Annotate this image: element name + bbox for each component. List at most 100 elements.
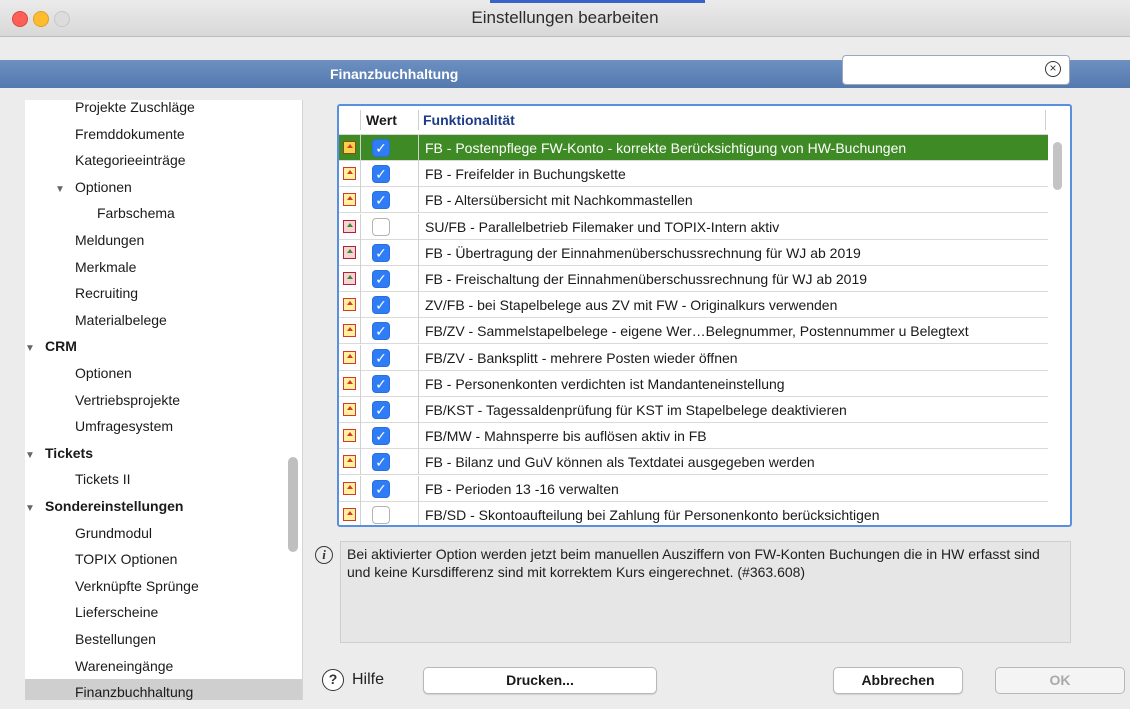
home-icon xyxy=(343,350,356,364)
sidebar-item[interactable]: Wareneingänge xyxy=(25,653,302,679)
sidebar-item[interactable]: Meldungen xyxy=(25,227,302,253)
table-row[interactable]: ✓ FB - Perioden 13 -16 verwalten xyxy=(339,475,1048,502)
feature-label: FB/MW - Mahnsperre bis auflösen aktiv in… xyxy=(425,428,707,445)
sidebar-item-label: Umfragesystem xyxy=(75,418,174,435)
sidebar-item-label: Finanzbuchhaltung xyxy=(75,684,194,700)
disclosure-triangle-icon[interactable]: ▼ xyxy=(25,336,37,362)
table-scrollbar[interactable] xyxy=(1053,142,1062,190)
sidebar-item[interactable]: Lieferscheine xyxy=(25,599,302,625)
table-row[interactable]: ✓ FB - Bilanz und GuV können als Textdate… xyxy=(339,449,1048,476)
table-row[interactable]: ✓ FB - Personenkonten verdichten ist Mand… xyxy=(339,370,1048,397)
feature-label: SU/FB - Parallelbetrieb Filemaker und TO… xyxy=(425,218,780,235)
feature-label: FB - Freischaltung der Einnahmenüberschu… xyxy=(425,271,868,287)
sidebar-item-label: Farbschema xyxy=(97,205,175,222)
wert-checkbox[interactable]: ✓ xyxy=(372,191,390,210)
wert-checkbox[interactable]: ✓ xyxy=(372,296,390,315)
sidebar-item[interactable]: Fremddokumente xyxy=(25,121,302,147)
sidebar-item-label: Vertriebsprojekte xyxy=(75,391,181,408)
sidebar-item[interactable]: Grundmodul xyxy=(25,520,302,546)
table-row[interactable]: ✓ FB/KST - Tagessaldenprüfung für KST im … xyxy=(339,397,1048,423)
home-icon xyxy=(343,298,356,312)
wert-checkbox[interactable] xyxy=(372,217,390,236)
search-input[interactable]: × xyxy=(842,55,1070,85)
settings-table[interactable]: Wert Funktionalität ✓ FB - Postenpflege F… xyxy=(337,104,1072,527)
clear-search-icon[interactable]: × xyxy=(1045,61,1061,77)
feature-label: FB - Bilanz und GuV können als Textdatei… xyxy=(425,454,815,471)
home-icon xyxy=(343,429,356,443)
table-row[interactable]: ✓ FB - Übertragung der Einnahmenüberschus… xyxy=(339,239,1048,266)
sidebar-item[interactable]: TOPIX Optionen xyxy=(25,546,302,572)
ok-button[interactable]: OK xyxy=(995,667,1125,694)
sidebar-item[interactable]: Verknüpfte Sprünge xyxy=(25,573,302,599)
table-row[interactable]: ✓ FB/MW - Mahnsperre bis auflösen aktiv i… xyxy=(339,423,1048,450)
table-row[interactable]: ✓ FB - Freifelder in Buchungskette xyxy=(339,161,1048,188)
home-icon xyxy=(343,167,356,181)
sidebar-item-label: Merkmale xyxy=(75,258,137,275)
info-description: Bei aktivierter Option werden jetzt beim… xyxy=(340,541,1071,643)
table-row[interactable]: ✓ FB - Postenpflege FW-Konto - korrekte B… xyxy=(339,135,1048,161)
wert-checkbox[interactable]: ✓ xyxy=(372,165,390,184)
home-icon xyxy=(343,403,356,416)
wert-checkbox[interactable]: ✓ xyxy=(372,139,390,157)
feature-label: FB - Personenkonten verdichten ist Manda… xyxy=(425,375,785,392)
sidebar-item-label: Verknüpfte Sprünge xyxy=(75,577,199,594)
sidebar-item[interactable]: Kategorieeinträge xyxy=(25,147,302,173)
wert-checkbox[interactable]: ✓ xyxy=(372,374,390,393)
sidebar-item-label: Kategorieeinträge xyxy=(75,152,186,169)
window-title: Einstellungen bearbeiten xyxy=(471,8,659,27)
disclosure-triangle-icon[interactable]: ▼ xyxy=(25,443,37,469)
sidebar-item-label: Wareneingänge xyxy=(75,657,174,674)
sidebar-item-label: Materialbelege xyxy=(75,311,167,328)
column-header-funktionalitaet[interactable]: Funktionalität xyxy=(423,112,515,128)
wert-checkbox[interactable]: ✓ xyxy=(372,348,390,367)
column-header-wert[interactable]: Wert xyxy=(366,112,397,128)
home-icon xyxy=(343,455,356,469)
wert-checkbox[interactable]: ✓ xyxy=(372,401,390,419)
feature-label: FB - Freifelder in Buchungskette xyxy=(425,166,626,183)
print-button[interactable]: Drucken... xyxy=(423,667,657,694)
home-icon xyxy=(343,507,356,521)
sidebar-item[interactable]: ▼ Optionen xyxy=(25,174,302,203)
table-row[interactable]: FB/SD - Skontoaufteilung bei Zahlung für… xyxy=(339,501,1048,525)
cancel-button[interactable]: Abbrechen xyxy=(833,667,963,694)
table-row[interactable]: ✓ FB/ZV - Sammelstapelbelege - eigene Wer… xyxy=(339,318,1048,345)
sidebar-item[interactable]: Recruiting xyxy=(25,280,302,306)
sidebar-item[interactable]: Finanzbuchhaltung xyxy=(25,679,302,700)
table-row[interactable]: SU/FB - Parallelbetrieb Filemaker und TO… xyxy=(339,213,1048,240)
disclosure-triangle-icon[interactable]: ▼ xyxy=(55,177,67,203)
sidebar-item[interactable]: Tickets II xyxy=(25,466,302,492)
wert-checkbox[interactable]: ✓ xyxy=(372,479,390,498)
wert-checkbox[interactable]: ✓ xyxy=(372,243,390,262)
sidebar-item[interactable]: ▼ CRM xyxy=(25,333,287,359)
wert-checkbox[interactable]: ✓ xyxy=(372,453,390,472)
sidebar-item[interactable]: Merkmale xyxy=(25,254,302,280)
settings-sidebar[interactable]: Projekte Zuschläge Fremddokumente Kategori… xyxy=(25,100,303,700)
sidebar-item-label: TOPIX Optionen xyxy=(75,551,178,568)
sidebar-item[interactable]: ▼ Tickets xyxy=(25,440,287,466)
table-row[interactable]: ✓ ZV/FB - bei Stapelbelege aus ZV mit FW … xyxy=(339,292,1048,319)
sidebar-item[interactable]: Bestellungen xyxy=(25,626,302,652)
sidebar-item[interactable]: Projekte Zuschläge xyxy=(25,100,302,120)
disclosure-triangle-icon[interactable]: ▼ xyxy=(25,496,37,522)
sidebar-item-label: CRM xyxy=(45,338,77,355)
table-row[interactable]: ✓ FB/ZV - Banksplitt - mehrere Posten wie… xyxy=(339,344,1048,371)
wert-checkbox[interactable]: ✓ xyxy=(372,270,390,288)
sidebar-item[interactable]: Umfragesystem xyxy=(25,413,302,439)
home-icon xyxy=(343,481,356,495)
sidebar-scrollbar[interactable] xyxy=(288,457,298,552)
wert-checkbox[interactable] xyxy=(372,505,390,524)
help-icon[interactable]: ? xyxy=(322,669,344,691)
help-link[interactable]: Hilfe xyxy=(352,671,384,689)
feature-label: FB - Übertragung der Einnahmenüberschuss… xyxy=(425,244,861,261)
home-icon xyxy=(343,193,356,207)
table-row[interactable]: ✓ FB - Freischaltung der Einnahmenübersch… xyxy=(339,266,1048,292)
sidebar-item[interactable]: Materialbelege xyxy=(25,307,302,333)
sidebar-item[interactable]: Farbschema xyxy=(25,200,302,226)
sidebar-item[interactable]: Vertriebsprojekte xyxy=(25,387,302,413)
feature-label: FB - Perioden 13 -16 verwalten xyxy=(425,480,619,497)
sidebar-item[interactable]: ▼ Sondereinstellungen xyxy=(25,493,287,519)
wert-checkbox[interactable]: ✓ xyxy=(372,322,390,341)
table-row[interactable]: ✓ FB - Altersübersicht mit Nachkommastell… xyxy=(339,187,1048,214)
wert-checkbox[interactable]: ✓ xyxy=(372,427,390,446)
sidebar-item[interactable]: Optionen xyxy=(25,360,302,386)
